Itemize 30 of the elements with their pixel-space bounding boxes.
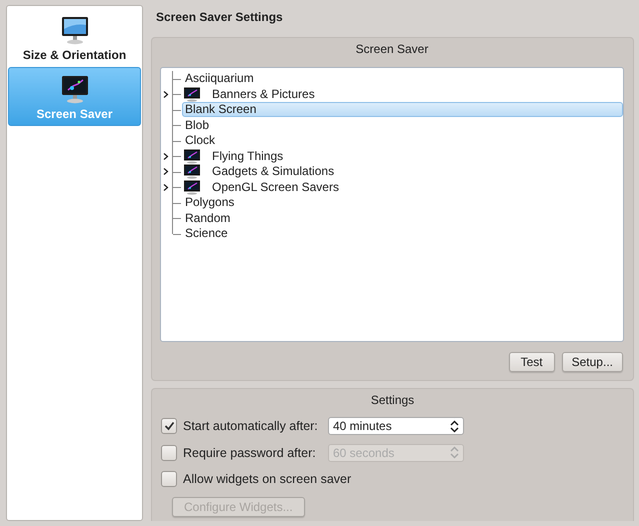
checkbox[interactable] <box>161 471 177 488</box>
checkbox-label: Allow widgets on screen saver <box>183 472 352 486</box>
checkbox-label: Require password after: <box>183 446 317 460</box>
monitor-icon <box>183 148 201 164</box>
page-title: Screen Saver Settings <box>156 10 283 24</box>
tree-item[interactable]: Polygons <box>182 195 238 210</box>
group-title: Screen Saver <box>356 42 428 56</box>
tree-item[interactable]: Blob <box>182 118 212 133</box>
tree-item[interactable]: Banners & Pictures <box>209 86 318 102</box>
sidebar-item[interactable]: Size & Orientation <box>8 8 141 67</box>
tree-item[interactable]: Random <box>182 210 234 226</box>
tree-item[interactable]: OpenGL Screen Savers <box>209 180 342 195</box>
setup-button[interactable]: Setup... <box>562 352 623 372</box>
checkbox-label: Start automatically after: <box>183 419 319 434</box>
monitor-icon <box>183 86 201 102</box>
tree-item[interactable]: Clock <box>182 133 218 148</box>
spin-box[interactable]: 40 minutes <box>328 417 464 436</box>
tree-item[interactable]: Blank Screen <box>182 102 623 118</box>
monitor-icon <box>183 180 201 195</box>
tree-item[interactable]: Asciiquarium <box>182 71 257 86</box>
screen-saver-tree[interactable]: Asciiquarium Banners & Pictures Blank Screen Blob Clock Flying Things Gadgets & Simulations OpenGL Screen Savers Polygons Random Science <box>160 67 624 342</box>
tree-item[interactable]: Flying Things <box>209 148 286 164</box>
spin-arrows-icon[interactable] <box>450 420 459 433</box>
tree-item[interactable]: Gadgets & Simulations <box>209 164 338 180</box>
monitor-icon <box>183 164 201 180</box>
group-title: Settings <box>370 393 414 407</box>
tree-item[interactable]: Science <box>182 226 231 242</box>
checkbox[interactable] <box>161 418 177 434</box>
test-button[interactable]: Test <box>508 352 555 372</box>
checkmark-icon <box>164 421 174 432</box>
